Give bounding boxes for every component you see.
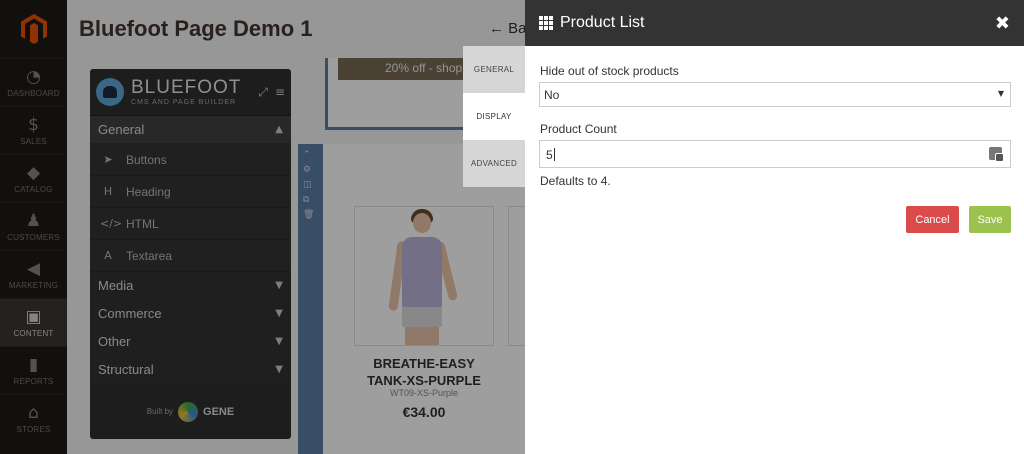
tab-advanced[interactable]: ADVANCED — [463, 140, 525, 187]
hide-out-of-stock-label: Hide out of stock products — [540, 64, 679, 78]
close-icon[interactable]: ✖ — [995, 13, 1010, 34]
product-count-input[interactable]: 5 — [539, 140, 1011, 168]
modal-header: Product List ✖ — [525, 0, 1024, 46]
tab-display[interactable]: DISPLAY — [463, 93, 525, 140]
product-count-label: Product Count — [540, 122, 617, 136]
grid-icon — [539, 16, 553, 30]
caret-down-icon: ▼ — [997, 89, 1004, 98]
hide-out-of-stock-value: No — [544, 88, 560, 102]
product-count-hint: Defaults to 4. — [540, 174, 611, 188]
product-list-modal: Product List ✖ Hide out of stock product… — [525, 0, 1024, 454]
cancel-button[interactable]: Cancel — [906, 206, 959, 233]
modal-title: Product List — [560, 14, 645, 31]
tab-general[interactable]: GENERAL — [463, 46, 525, 93]
product-count-value: 5 — [546, 148, 553, 162]
save-button[interactable]: Save — [969, 206, 1011, 233]
field-widget-icon[interactable] — [989, 147, 1004, 162]
modal-backdrop[interactable] — [0, 0, 525, 454]
modal-tabs: GENERAL DISPLAY ADVANCED — [463, 46, 525, 187]
hide-out-of-stock-select[interactable]: No ▼ — [539, 82, 1011, 107]
text-cursor — [553, 148, 555, 161]
